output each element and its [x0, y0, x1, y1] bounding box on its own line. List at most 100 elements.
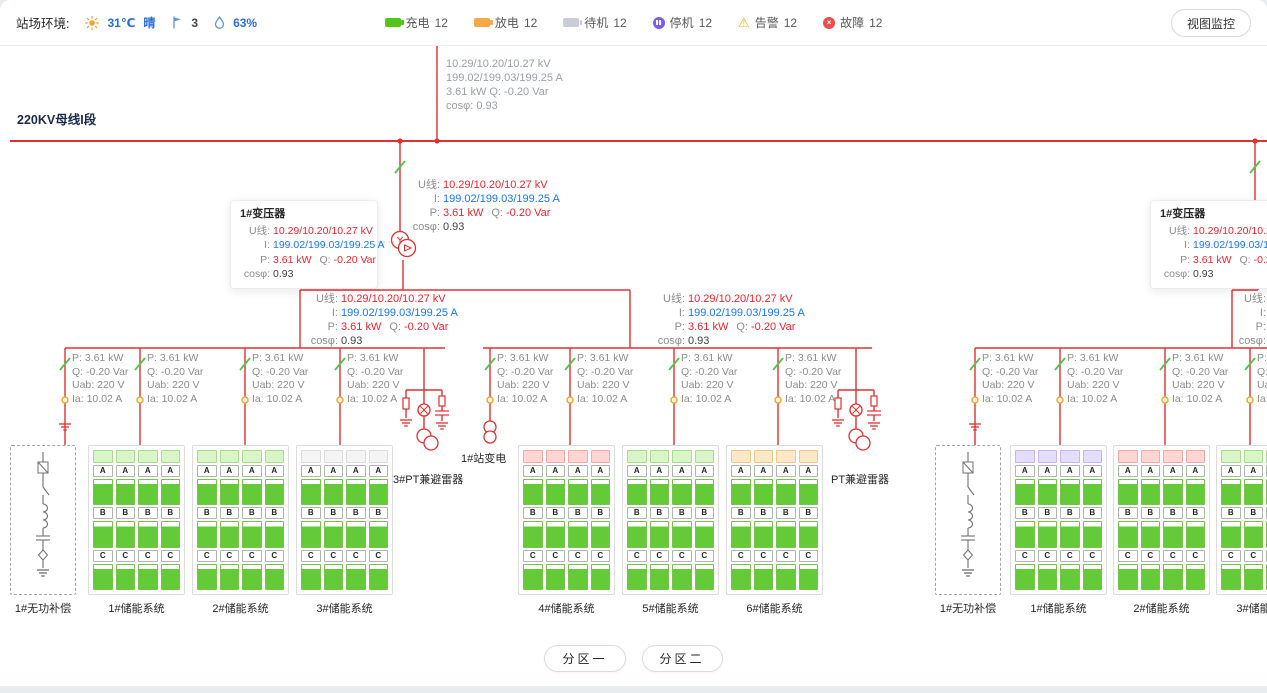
storage-system-box[interactable]: ABCABCABCABC — [192, 445, 289, 595]
cluster-label-cell: C — [1186, 550, 1206, 562]
legend-charging[interactable]: 充电12 — [385, 14, 448, 31]
battery-level-bar — [1038, 479, 1058, 505]
cluster-label-cell: B — [776, 507, 796, 519]
cluster-label-cell: A — [650, 465, 670, 477]
battery-level-bar — [220, 564, 240, 590]
battery-level-bar — [242, 479, 262, 505]
legend-fault[interactable]: ×故障12 — [823, 14, 882, 31]
rack-status-cell — [1163, 450, 1183, 463]
storage-system-box[interactable]: ABCABCABCABC — [88, 445, 185, 595]
legend-label: 充电 — [406, 14, 430, 31]
battery-level-bar — [1015, 564, 1035, 590]
measurement-text: I: — [308, 306, 338, 320]
cluster-label-cell: C — [116, 550, 136, 562]
legend-standby[interactable]: 待机12 — [563, 14, 626, 31]
incoming-feeder — [434, 46, 439, 144]
cluster-label-cell: A — [220, 465, 240, 477]
battery-level-bar — [220, 479, 240, 505]
battery-level-bar — [754, 479, 774, 505]
cluster-label-cell: A — [242, 465, 262, 477]
cluster-label-cell: B — [369, 507, 389, 519]
measurement-text: P: — [1160, 253, 1190, 268]
battery-level-bar — [591, 479, 611, 505]
storage-system-box[interactable]: ABCABCABCABC — [1113, 445, 1210, 595]
cluster-label-cell: B — [695, 507, 715, 519]
line-measurement-block: U线:10.29/10.20/10.27 kVI:199.02/199.03/1… — [410, 178, 560, 234]
measurement-text: cosφ: — [1160, 267, 1190, 282]
battery-level-bar — [695, 479, 715, 505]
single-line-diagram: 220KV母线I段 分区一分区二 10.29/10.20/10.27 kV199… — [0, 0, 1267, 686]
zone-button-1[interactable]: 分区一 — [544, 645, 625, 672]
battery-level-bar — [1163, 564, 1183, 590]
storage-system-label: 2#储能系统 — [192, 600, 289, 616]
battery-rack: ABC — [627, 450, 647, 590]
cluster-label-cell: C — [1221, 550, 1241, 562]
temperature-value: 31℃ — [107, 16, 135, 30]
legend-stopped[interactable]: 停机12 — [653, 14, 712, 31]
cluster-label-cell: B — [161, 507, 181, 519]
cluster-label-cell: A — [93, 465, 113, 477]
battery-level-bar — [1060, 521, 1080, 547]
fault-cross-icon: × — [823, 17, 835, 29]
battery-level-bar — [1083, 479, 1103, 505]
storage-system-box[interactable]: ABCABCABCABC — [518, 445, 615, 595]
rack-status-cell — [627, 450, 647, 463]
battery-level-bar — [161, 521, 181, 547]
battery-level-bar — [242, 521, 262, 547]
measurement-text: U线: — [1160, 224, 1190, 239]
storage-system-label: 4#储能系统 — [518, 600, 615, 616]
cluster-label-cell: C — [93, 550, 113, 562]
storage-system-box[interactable]: ABCABCABCABC — [1216, 445, 1267, 595]
battery-discharging-icon — [474, 18, 490, 27]
env-label: 站场环境: — [16, 13, 69, 32]
battery-level-bar — [1141, 479, 1161, 505]
battery-rack: ABC — [116, 450, 136, 590]
measurement-text: P: — [410, 206, 440, 220]
battery-level-bar — [1186, 479, 1206, 505]
humidity-icon — [214, 16, 225, 29]
storage-system-box[interactable]: ABCABCABCABC — [296, 445, 393, 595]
legend-discharging[interactable]: 放电12 — [474, 14, 537, 31]
battery-rack: ABC — [346, 450, 366, 590]
rack-status-cell — [1221, 450, 1241, 463]
cluster-label-cell: B — [1038, 507, 1058, 519]
cluster-label-cell: A — [1015, 465, 1035, 477]
cluster-label-cell: A — [1221, 465, 1241, 477]
cluster-label-cell: C — [591, 550, 611, 562]
cluster-label-cell: C — [568, 550, 588, 562]
feeder — [335, 348, 345, 445]
battery-rack: ABC — [1015, 450, 1035, 590]
rack-status-cell — [1186, 450, 1206, 463]
cluster-label-cell: C — [265, 550, 285, 562]
reactive-compensator-box[interactable] — [10, 445, 76, 595]
view-monitor-button[interactable]: 视图监控 — [1171, 9, 1251, 37]
storage-system-box[interactable]: ABCABCABCABC — [622, 445, 719, 595]
battery-rack: ABC — [220, 450, 240, 590]
battery-level-bar — [197, 521, 217, 547]
battery-level-bar — [695, 564, 715, 590]
battery-rack: ABC — [1141, 450, 1161, 590]
storage-system-box[interactable]: ABCABCABCABC — [726, 445, 823, 595]
battery-level-bar — [1015, 479, 1035, 505]
rack-status-cell — [1083, 450, 1103, 463]
legend-label: 放电 — [495, 14, 519, 31]
zone-button-2[interactable]: 分区二 — [642, 645, 723, 672]
status-legend: 充电12 放电12 待机12 停机12 ⚠告警12 ×故障12 — [385, 14, 883, 31]
battery-level-bar — [650, 564, 670, 590]
feeder-measurement-block: P: 3.61 kWQ: -0.20 VarUab: 220 VIa: 10.0… — [252, 352, 308, 406]
legend-alarm[interactable]: ⚠告警12 — [738, 14, 797, 31]
battery-level-bar — [301, 479, 321, 505]
reactive-compensator-box[interactable] — [935, 445, 1001, 595]
rack-status-cell — [776, 450, 796, 463]
battery-level-bar — [1221, 521, 1241, 547]
measurement-text: 10.29/10.20/10.27 kV — [688, 292, 793, 306]
battery-rack: ABC — [1186, 450, 1206, 590]
topbar: 站场环境: 31℃ 晴 3 63% 充电12放电12待机12停机12⚠告警12×… — [0, 0, 1267, 46]
cluster-label-cell: C — [627, 550, 647, 562]
storage-system-box[interactable]: ABCABCABCABC — [1010, 445, 1107, 595]
measurement-text: I: — [655, 306, 685, 320]
battery-level-bar — [1163, 479, 1183, 505]
cluster-label-cell: A — [1141, 465, 1161, 477]
measurement-text: Q: — [389, 320, 401, 334]
rack-status-cell — [369, 450, 389, 463]
